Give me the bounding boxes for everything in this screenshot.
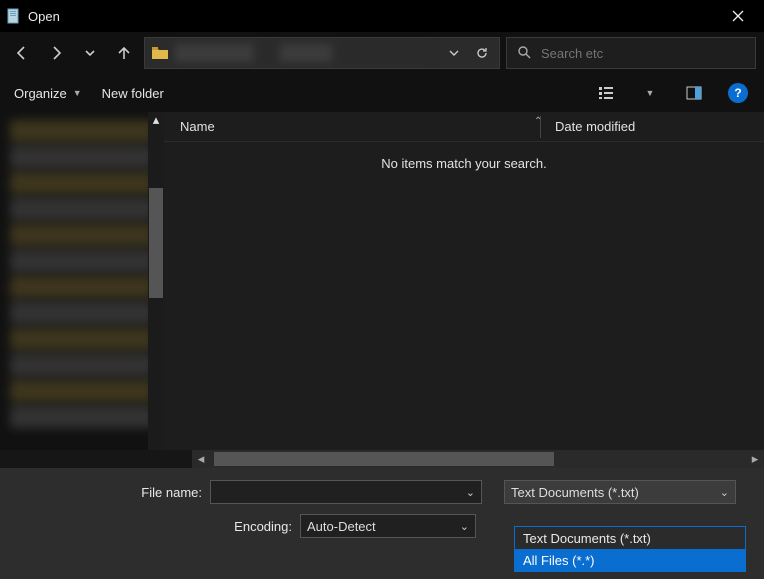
search-input[interactable] xyxy=(541,46,745,61)
file-list: No items match your search. xyxy=(164,142,764,450)
folder-icon xyxy=(151,44,169,62)
sort-indicator-icon: ⌃ xyxy=(534,116,542,127)
new-folder-button[interactable]: New folder xyxy=(102,86,164,101)
filetype-option[interactable]: Text Documents (*.txt) xyxy=(515,527,745,549)
navigation-tree[interactable]: ▴ xyxy=(0,112,164,450)
preview-pane-button[interactable] xyxy=(682,81,706,105)
caret-down-icon: ▼ xyxy=(73,88,82,98)
address-path xyxy=(175,44,437,62)
filetype-option[interactable]: All Files (*.*) xyxy=(515,549,745,571)
scroll-left-icon[interactable]: ◂ xyxy=(192,450,210,468)
view-options-button[interactable] xyxy=(594,81,618,105)
column-headers[interactable]: Name ⌃ Date modified xyxy=(164,112,764,142)
sidebar-scrollbar[interactable]: ▴ xyxy=(148,112,164,450)
nav-up-button[interactable] xyxy=(110,39,138,67)
refresh-button[interactable] xyxy=(471,46,493,60)
address-history-button[interactable] xyxy=(443,47,465,59)
encoding-select[interactable]: Auto-Detect ⌄ xyxy=(300,514,476,538)
window-title: Open xyxy=(28,9,60,24)
nav-back-button[interactable] xyxy=(8,39,36,67)
scroll-right-icon[interactable]: ▸ xyxy=(746,450,764,468)
filename-label: File name: xyxy=(0,485,210,500)
nav-recent-button[interactable] xyxy=(76,39,104,67)
help-button[interactable]: ? xyxy=(726,81,750,105)
view-caret-button[interactable]: ▼ xyxy=(638,81,662,105)
chevron-down-icon[interactable]: ⌄ xyxy=(460,520,469,533)
filetype-dropdown[interactable]: Text Documents (*.txt) All Files (*.*) xyxy=(514,526,746,572)
search-icon xyxy=(517,45,531,62)
organize-label: Organize xyxy=(14,86,67,101)
column-date-modified[interactable]: Date modified xyxy=(555,119,635,134)
encoding-value: Auto-Detect xyxy=(307,519,376,534)
app-icon xyxy=(6,8,22,24)
chevron-down-icon[interactable]: ⌄ xyxy=(720,486,729,499)
encoding-label: Encoding: xyxy=(0,519,300,534)
address-bar[interactable] xyxy=(144,37,500,69)
filename-input[interactable]: ⌄ xyxy=(210,480,482,504)
column-name[interactable]: Name xyxy=(180,119,540,134)
hscroll-thumb[interactable] xyxy=(214,452,554,466)
new-folder-label: New folder xyxy=(102,86,164,101)
nav-forward-button[interactable] xyxy=(42,39,70,67)
organize-button[interactable]: Organize ▼ xyxy=(14,86,82,101)
horizontal-scrollbar[interactable]: ◂ ▸ xyxy=(192,450,764,468)
filetype-select[interactable]: Text Documents (*.txt) ⌄ xyxy=(504,480,736,504)
chevron-down-icon[interactable]: ⌄ xyxy=(466,486,475,499)
scroll-up-icon[interactable]: ▴ xyxy=(148,112,164,128)
close-button[interactable] xyxy=(718,2,758,30)
search-box[interactable] xyxy=(506,37,756,69)
scroll-thumb[interactable] xyxy=(149,188,163,298)
filetype-value: Text Documents (*.txt) xyxy=(511,485,639,500)
empty-message: No items match your search. xyxy=(381,156,546,171)
